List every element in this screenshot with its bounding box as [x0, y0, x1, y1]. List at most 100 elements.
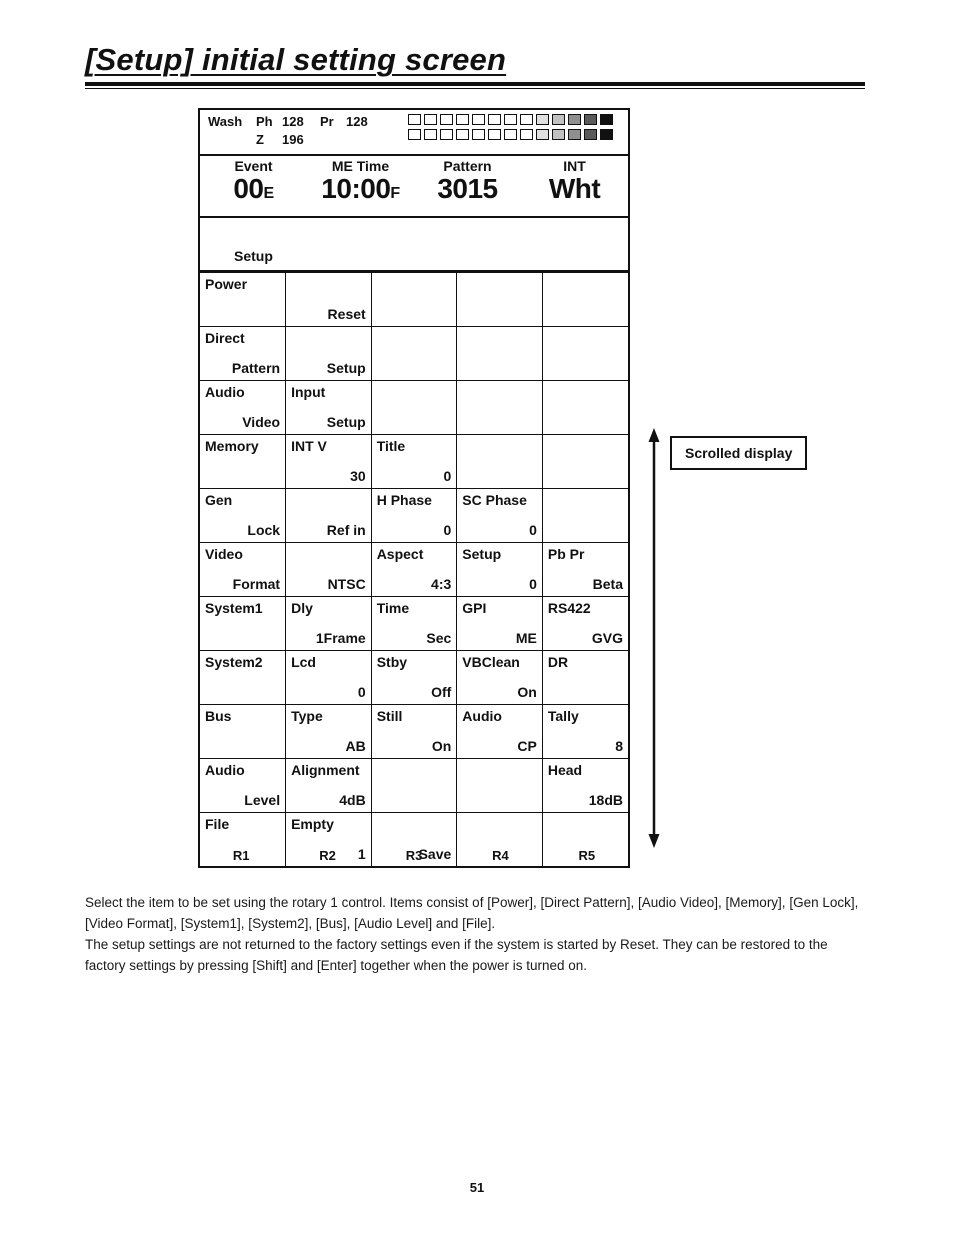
- settings-cell[interactable]: Type AB: [285, 704, 372, 759]
- settings-cell[interactable]: RS422 GVG: [541, 596, 628, 651]
- settings-cell[interactable]: Ref in: [285, 488, 372, 543]
- rotary-label-r3[interactable]: R3: [371, 848, 457, 863]
- rotary-label-r4[interactable]: R4: [457, 848, 543, 863]
- settings-cell[interactable]: Video Format: [200, 542, 287, 597]
- settings-cell[interactable]: Gen Lock: [200, 488, 287, 543]
- rotary-label-r1[interactable]: R1: [198, 848, 284, 863]
- settings-cell[interactable]: [370, 380, 458, 435]
- settings-cell[interactable]: [370, 326, 458, 381]
- bargraph-segment: [424, 114, 437, 125]
- status-pr-label: Pr: [320, 114, 334, 129]
- settings-cell-value: Pattern: [231, 360, 281, 376]
- settings-cell[interactable]: INT V 30: [285, 434, 372, 489]
- settings-cell[interactable]: [370, 758, 458, 813]
- settings-cell-value: Reset: [327, 306, 366, 322]
- settings-cell[interactable]: [456, 272, 543, 327]
- readout-value-suffix: F: [390, 184, 400, 202]
- settings-cell-label: INT V: [291, 438, 327, 454]
- settings-cell-label: Type: [291, 708, 323, 724]
- settings-row-direct-pattern: Direct Pattern Setup: [200, 326, 628, 381]
- rotary-label-r5[interactable]: R5: [544, 848, 630, 863]
- settings-cell[interactable]: VBClean On: [456, 650, 543, 705]
- rotary-label-row: R1 R2 R3 R4 R5: [198, 848, 630, 863]
- settings-cell[interactable]: Reset: [285, 272, 372, 327]
- settings-cell[interactable]: Still On: [370, 704, 458, 759]
- bargraph-segment: [440, 114, 453, 125]
- settings-cell[interactable]: Head 18dB: [541, 758, 628, 813]
- settings-cell-label: Lcd: [291, 654, 316, 670]
- settings-row-video-format: Video Format NTSC Aspect 4:3 Setup 0 Pb Pr Beta: [200, 542, 628, 597]
- readout-value: Wht: [548, 172, 601, 204]
- settings-cell[interactable]: [541, 434, 628, 489]
- bargraph-segment: [456, 129, 469, 140]
- bargraph-segment: [504, 129, 517, 140]
- settings-cell[interactable]: Power: [200, 272, 287, 327]
- settings-cell-label: Time: [376, 600, 410, 616]
- bargraph-segment: [568, 114, 581, 125]
- settings-cell[interactable]: Lcd 0: [285, 650, 372, 705]
- readout-value: 00E: [233, 172, 274, 204]
- settings-cell-value: 8: [615, 738, 623, 754]
- settings-cell[interactable]: Aspect 4:3: [370, 542, 458, 597]
- readout-label: INT: [563, 158, 586, 174]
- settings-cell[interactable]: Input Setup: [285, 380, 372, 435]
- title-rule-thin: [85, 88, 865, 89]
- settings-cell-value: Lock: [247, 522, 281, 538]
- settings-cell[interactable]: Memory: [200, 434, 287, 489]
- lcd-readout-strip: Event 00E ME Time 10:00F Pattern 3015 INT Wht: [200, 156, 628, 218]
- settings-cell[interactable]: [541, 488, 628, 543]
- settings-cell[interactable]: DR: [541, 650, 628, 705]
- settings-cell-label: System2: [205, 654, 263, 670]
- settings-cell[interactable]: Alignment 4dB: [285, 758, 372, 813]
- settings-cell[interactable]: Audio Level: [200, 758, 287, 813]
- settings-cell[interactable]: [456, 326, 543, 381]
- settings-row-audio-level: Audio Level Alignment 4dB Head 18dB: [200, 758, 628, 813]
- settings-cell[interactable]: Dly 1Frame: [285, 596, 372, 651]
- settings-cell-label: Still: [376, 708, 403, 724]
- settings-cell[interactable]: Setup 0: [456, 542, 543, 597]
- settings-cell-label: Empty: [291, 816, 334, 832]
- settings-cell[interactable]: Audio Video: [200, 380, 287, 435]
- page-number: 51: [469, 1180, 485, 1195]
- settings-cell[interactable]: SC Phase 0: [456, 488, 543, 543]
- settings-cell[interactable]: NTSC: [285, 542, 372, 597]
- settings-cell[interactable]: [456, 434, 543, 489]
- settings-cell-value: Setup: [326, 414, 366, 430]
- settings-cell[interactable]: GPI ME: [456, 596, 543, 651]
- readout-event: Event 00E: [200, 156, 307, 216]
- settings-cell[interactable]: [541, 380, 628, 435]
- settings-cell[interactable]: [541, 272, 628, 327]
- settings-cell-value: 0: [443, 522, 452, 538]
- settings-cell[interactable]: System2: [200, 650, 287, 705]
- status-wash-label: Wash: [208, 114, 243, 129]
- settings-cell[interactable]: Direct Pattern: [200, 326, 287, 381]
- settings-cell-value: NTSC: [327, 576, 366, 592]
- settings-cell-value: Video: [242, 414, 281, 430]
- settings-cell-label: Setup: [462, 546, 502, 562]
- settings-cell[interactable]: Audio CP: [456, 704, 543, 759]
- settings-cell-label: Power: [205, 276, 248, 292]
- settings-cell[interactable]: Setup: [285, 326, 372, 381]
- settings-cell[interactable]: Bus: [200, 704, 287, 759]
- settings-cell[interactable]: Tally 8: [541, 704, 628, 759]
- settings-cell-value: On: [517, 684, 537, 700]
- settings-cell[interactable]: H Phase 0: [370, 488, 458, 543]
- settings-cell[interactable]: System1: [200, 596, 287, 651]
- settings-cell[interactable]: [370, 272, 458, 327]
- settings-cell[interactable]: Title 0: [370, 434, 458, 489]
- bargraph-segment: [584, 129, 597, 140]
- settings-cell[interactable]: [456, 380, 543, 435]
- bargraph-segment: [568, 129, 581, 140]
- rotary-label-r2[interactable]: R2: [284, 848, 370, 863]
- settings-cell[interactable]: Time Sec: [370, 596, 458, 651]
- settings-cell[interactable]: Stby Off: [370, 650, 458, 705]
- settings-cell[interactable]: [541, 326, 628, 381]
- settings-cell-label: Alignment: [291, 762, 360, 778]
- settings-cell[interactable]: [456, 758, 543, 813]
- scrolled-display-note: Scrolled display: [670, 436, 808, 470]
- settings-cell-value: 0: [443, 468, 452, 484]
- settings-cell[interactable]: Pb Pr Beta: [541, 542, 628, 597]
- bargraph-segment: [520, 129, 533, 140]
- bargraph-segment: [552, 114, 565, 125]
- settings-table: Power Reset Direct Pattern Setup Audio Video In…: [200, 272, 628, 866]
